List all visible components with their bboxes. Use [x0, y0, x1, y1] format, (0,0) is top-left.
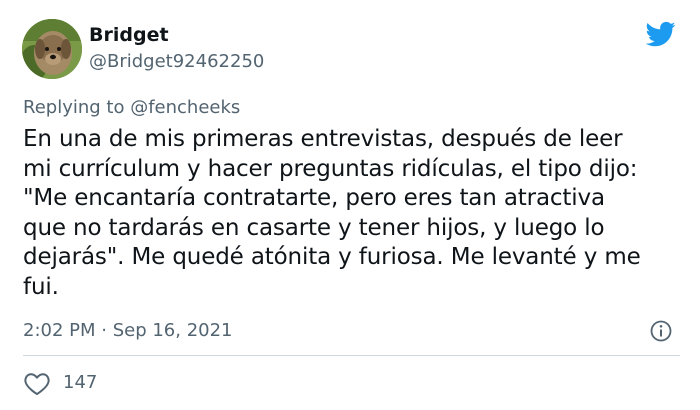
tweet-timestamp[interactable]: 2:02 PM · Sep 16, 2021 — [23, 320, 233, 342]
dog-avatar-image — [22, 19, 82, 79]
tweet-card: Bridget @Bridget92462250 Replying to @fe… — [0, 0, 700, 410]
author-name[interactable]: Bridget — [89, 23, 169, 47]
author-handle[interactable]: @Bridget92462250 — [89, 51, 264, 73]
reply-mention-link[interactable]: @fencheeks — [130, 97, 240, 118]
info-icon[interactable] — [649, 319, 673, 343]
like-count: 147 — [63, 372, 98, 393]
divider — [23, 355, 680, 356]
replying-to: Replying to @fencheeks — [23, 97, 240, 119]
heart-icon[interactable] — [23, 370, 51, 396]
replying-prefix: Replying to — [23, 97, 131, 118]
tweet-text: En una de mis primeras entrevistas, desp… — [23, 126, 641, 300]
twitter-bird-icon[interactable] — [644, 19, 678, 49]
author-avatar[interactable] — [22, 19, 82, 79]
